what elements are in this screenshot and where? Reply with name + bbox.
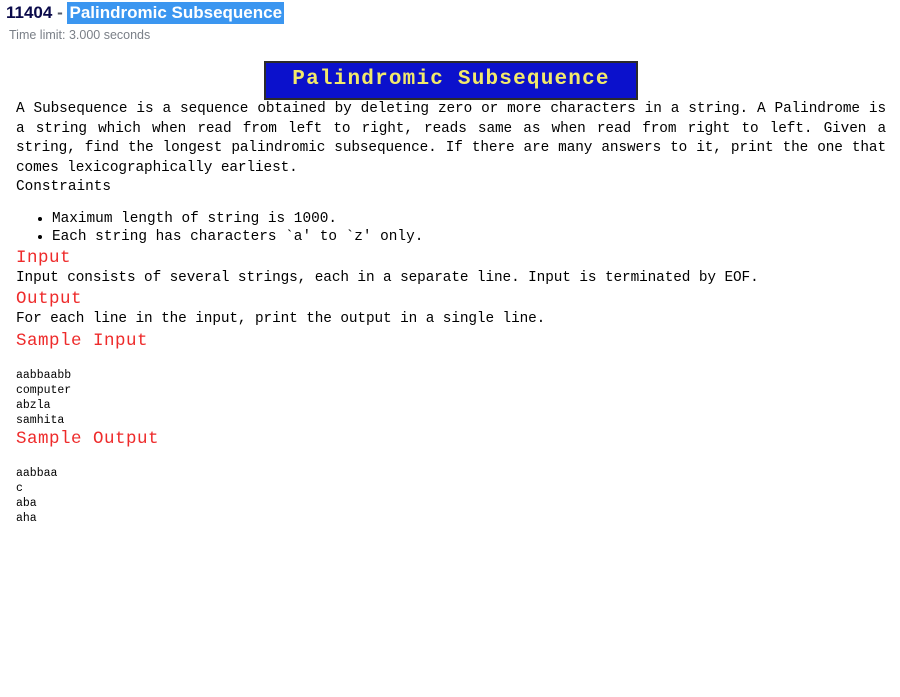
constraints-heading: Constraints [16,179,111,195]
section-heading-sample-output: Sample Output [16,428,160,449]
list-item: Maximum length of string is 1000. [52,210,886,229]
constraints-list: Maximum length of string is 1000. Each s… [16,210,886,247]
problem-header: 11404 - Palindromic Subsequence Time lim… [0,0,900,44]
time-limit-label: Time limit: 3.000 seconds [9,28,151,42]
title-banner-container: Palindromic Subsequence [16,61,886,100]
section-heading-input: Input [16,247,72,268]
list-item: Each string has characters `a' to `z' on… [52,228,886,247]
section-heading-sample-input: Sample Input [16,330,149,351]
problem-id-line: 11404 - Palindromic Subsequence [6,2,900,24]
problem-title-selected[interactable]: Palindromic Subsequence [67,2,285,24]
problem-statement: Palindromic Subsequence A Subsequence is… [0,61,900,526]
problem-id-separator: - [57,3,63,22]
sample-input-block: aabbaabb computer abzla samhita [16,368,72,427]
section-body-output: For each line in the input, print the ou… [16,311,546,327]
section-body-input: Input consists of several strings, each … [16,269,759,286]
section-heading-output: Output [16,289,83,309]
sample-output-block: aabbaa c aba aha [16,466,58,525]
statement-intro-paragraph: A Subsequence is a sequence obtained by … [16,101,886,176]
problem-title-banner: Palindromic Subsequence [264,61,638,100]
problem-number: 11404 [6,3,53,22]
